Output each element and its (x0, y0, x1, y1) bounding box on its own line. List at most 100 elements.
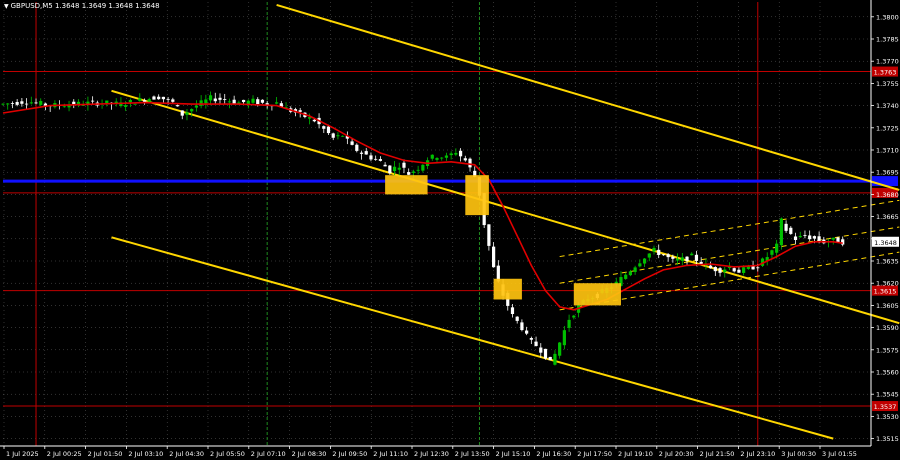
candle-body (374, 158, 378, 160)
candle-body (388, 165, 392, 174)
candle-body (567, 319, 571, 328)
price-chart[interactable]: 1.3763 1.3615 1.3537 1.3800 1.3785 1.3770 1.3… (0, 0, 900, 460)
candle-body (185, 112, 189, 115)
candle-body (463, 158, 467, 161)
candle-body (392, 166, 397, 172)
candle-body (312, 119, 316, 122)
y-tick-label: 1.3800 (876, 13, 899, 21)
candle-body (241, 99, 246, 103)
candle-body (817, 236, 821, 241)
candle-body (737, 269, 741, 273)
x-tick-label: 2 Jul 12:30 (414, 450, 449, 458)
x-tick-label: 1 Jul 2025 (6, 450, 39, 458)
y-tick-label: 1.3530 (876, 413, 899, 421)
candle-body (525, 330, 529, 334)
y-tick-label: 1.3635 (876, 258, 899, 266)
candle-body (232, 99, 236, 104)
candle-body (369, 155, 373, 160)
candle-body (520, 322, 524, 331)
current-price-label: 1.3648 (874, 239, 897, 247)
x-tick-label: 2 Jul 04:30 (169, 450, 204, 458)
candle-body (642, 258, 647, 264)
session-lines (35, 2, 759, 446)
level-price-tag (872, 176, 898, 187)
y-tick-label: 1.3725 (876, 124, 899, 132)
candle-body (543, 348, 548, 359)
x-tick-label: 2 Jul 13:50 (455, 450, 490, 458)
candle-body (831, 237, 835, 240)
candle-body (690, 253, 694, 256)
candle-body (812, 236, 816, 239)
x-tick-label: 2 Jul 00:25 (47, 450, 82, 458)
level-price-label: 1.3537 (874, 403, 897, 411)
candle-body (789, 227, 793, 234)
candle-body (378, 159, 382, 161)
y-tick-label: 1.3680 (876, 191, 899, 199)
candle-body (553, 353, 557, 365)
x-tick-label: 2 Jul 11:10 (373, 450, 408, 458)
collapse-triangle-icon[interactable]: ▼ (4, 3, 9, 10)
candle-body (685, 256, 689, 261)
signal-box (493, 278, 522, 300)
candle-body (539, 347, 543, 353)
candle-body (218, 97, 222, 100)
signal-boxes (385, 175, 621, 306)
candle-body (190, 109, 194, 112)
y-tick-label: 1.3695 (876, 169, 899, 177)
signal-box (385, 175, 428, 195)
candle-body (435, 158, 439, 160)
y-tick-label: 1.3755 (876, 80, 899, 88)
candle-body (275, 102, 279, 104)
chart-axes: 1.38001.37851.37701.37551.37401.37251.37… (0, 0, 899, 458)
y-tick-label: 1.3515 (876, 435, 899, 443)
candle-body (142, 100, 147, 102)
candle-body (147, 99, 151, 102)
candle-body (341, 135, 345, 137)
level-price-label: 1.3763 (874, 69, 897, 77)
candle-body (359, 152, 364, 154)
candle-body (213, 98, 217, 102)
candle-body (355, 144, 359, 151)
candle-body (298, 110, 302, 112)
candle-body (383, 164, 387, 167)
candle-body (803, 235, 807, 237)
x-tick-label: 2 Jul 16:30 (536, 450, 571, 458)
candle-body (624, 274, 628, 279)
candle-body (558, 342, 562, 356)
candle-body (718, 268, 722, 273)
candle-body (402, 162, 406, 168)
x-tick-label: 2 Jul 17:50 (577, 450, 612, 458)
candle-body (331, 133, 335, 138)
y-tick-label: 1.3605 (876, 302, 899, 310)
y-tick-label: 1.3710 (876, 147, 899, 155)
candle-body (175, 105, 180, 107)
chart-title: ▼ GBPUSD,M5 1.3648 1.3649 1.3648 1.3648 (4, 2, 160, 10)
candle-body (256, 99, 260, 105)
candle-body (666, 254, 670, 258)
x-tick-label: 2 Jul 21:50 (700, 450, 735, 458)
candle-body (732, 268, 736, 272)
candle-body (15, 102, 19, 105)
candle-body (20, 101, 24, 104)
candle-body (10, 102, 15, 104)
candle-body (723, 269, 727, 273)
candle-body (529, 338, 533, 340)
x-tick-label: 2 Jul 23:10 (740, 450, 775, 458)
candle-body (515, 316, 519, 321)
candle-body (534, 341, 538, 346)
candle-body (171, 99, 175, 102)
x-tick-label: 2 Jul 05:50 (210, 450, 245, 458)
chart-title-text: GBPUSD,M5 1.3648 1.3649 1.3648 1.3648 (10, 2, 160, 10)
candle-body (628, 271, 633, 276)
level-price-label: 1.3615 (874, 288, 897, 296)
signal-box (573, 283, 621, 306)
candle-body (208, 95, 213, 101)
candle-body (647, 253, 651, 258)
candle-body (180, 110, 184, 116)
candle-body (454, 152, 458, 155)
candle-body (779, 218, 783, 246)
candle-body (562, 330, 566, 346)
candle-body (29, 102, 33, 104)
candle-body (91, 100, 95, 102)
candle-body (680, 257, 684, 261)
